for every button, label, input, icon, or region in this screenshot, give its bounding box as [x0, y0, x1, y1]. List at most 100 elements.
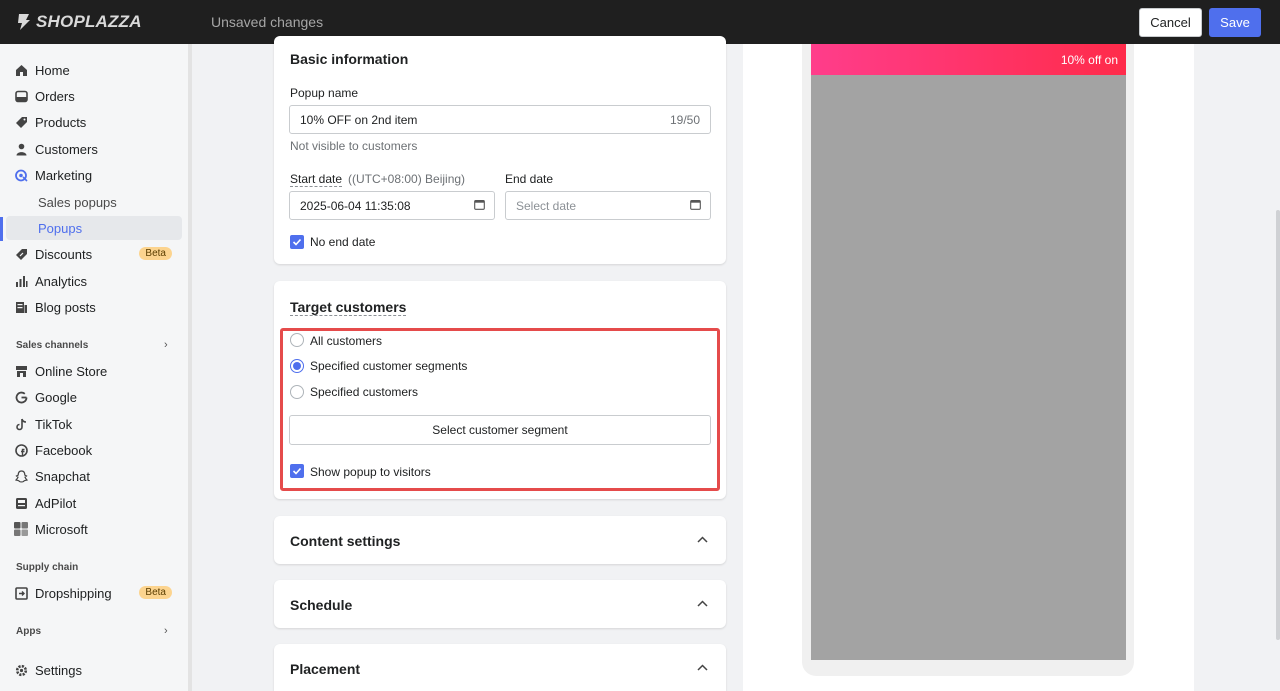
shoplazza-logo[interactable]: SHOPLAZZA — [15, 12, 142, 32]
adpilot-icon — [14, 496, 28, 510]
card-title: Basic information — [290, 51, 409, 67]
sidebar-item-settings[interactable]: Settings — [6, 658, 182, 682]
unsaved-status: Unsaved changes — [211, 14, 324, 30]
snapchat-icon — [14, 469, 28, 483]
sidebar-item-dropshipping[interactable]: Dropshipping Beta — [6, 581, 182, 605]
sidebar-item-label: Home — [35, 62, 70, 78]
placement-section[interactable]: Placement — [274, 644, 726, 691]
card-title: Target customers — [290, 299, 407, 316]
timezone-label: ((UTC+08:00) Beijing) — [348, 172, 466, 186]
no-end-date-label: No end date — [310, 235, 376, 249]
apps-label: Apps — [16, 626, 41, 637]
save-button[interactable]: Save — [1209, 8, 1261, 37]
sidebar-item-sales-popups[interactable]: Sales popups — [6, 190, 182, 214]
marketing-icon — [14, 168, 28, 182]
store-icon — [14, 364, 28, 378]
cancel-button[interactable]: Cancel — [1139, 8, 1202, 37]
sidebar-item-label: Facebook — [35, 442, 93, 458]
discount-icon — [14, 247, 28, 261]
sidebar-item-blog-posts[interactable]: Blog posts — [6, 295, 182, 319]
sidebar-item-customers[interactable]: Customers — [6, 137, 182, 161]
sidebar-item-discounts[interactable]: Discounts Beta — [6, 242, 182, 266]
chevron-up-icon[interactable] — [697, 596, 708, 610]
sidebar-item-label: Google — [35, 389, 77, 405]
start-date-input[interactable]: 2025-06-04 11:35:08 — [289, 191, 495, 220]
sidebar-divider — [188, 44, 192, 691]
logo-text: SHOPLAZZA — [36, 12, 142, 31]
sidebar-item-label: Customers — [35, 141, 98, 157]
person-icon — [14, 142, 28, 156]
sidebar-item-snapchat[interactable]: Snapchat — [6, 464, 182, 488]
phone-screen — [811, 75, 1126, 660]
sidebar-item-label: Snapchat — [35, 468, 90, 484]
content-settings-section[interactable]: Content settings — [274, 516, 726, 564]
sidebar-item-popups[interactable]: Popups — [6, 216, 182, 240]
section-title: Schedule — [290, 597, 353, 613]
sidebar-item-label: Discounts — [35, 246, 93, 262]
beta-badge: Beta — [139, 586, 172, 599]
chevron-right-icon[interactable]: › — [164, 625, 168, 637]
basic-information-card: Basic information Popup name 10% OFF on … — [274, 36, 726, 264]
sales-channels-label: Sales channels — [16, 340, 89, 351]
google-icon — [14, 390, 28, 404]
supply-chain-label: Supply chain — [16, 562, 79, 573]
beta-badge: Beta — [139, 247, 172, 260]
sidebar-item-label: Online Store — [35, 363, 108, 379]
popup-name-input[interactable]: 10% OFF on 2nd item 19/50 — [289, 105, 711, 134]
highlight-box — [280, 328, 720, 491]
start-date-value: 2025-06-04 11:35:08 — [300, 198, 411, 213]
chevron-up-icon[interactable] — [697, 660, 708, 674]
sidebar-item-label: TikTok — [35, 416, 73, 432]
end-date-placeholder: Select date — [516, 198, 577, 213]
chevron-up-icon[interactable] — [697, 532, 708, 546]
sidebar-item-adpilot[interactable]: AdPilot — [6, 491, 182, 515]
home-icon — [14, 63, 28, 77]
end-date-label: End date — [505, 172, 554, 186]
char-count: 19/50 — [669, 112, 700, 127]
sidebar-item-home[interactable]: Home — [6, 58, 182, 82]
start-date-label: Start date — [290, 172, 343, 187]
sidebar-item-facebook[interactable]: Facebook — [6, 438, 182, 462]
section-title: Placement — [290, 661, 361, 677]
sidebar-item-label: Orders — [35, 88, 75, 104]
sidebar-item-label: Dropshipping — [35, 585, 112, 601]
facebook-icon — [14, 443, 28, 457]
blog-icon — [14, 300, 28, 314]
popup-banner-preview: 10% off on — [811, 44, 1126, 75]
gear-icon — [14, 663, 28, 677]
scrollbar-thumb[interactable] — [1276, 210, 1280, 640]
sidebar-item-label: Popups — [38, 220, 83, 236]
sidebar-item-microsoft[interactable]: Microsoft — [6, 517, 182, 541]
popup-name-value: 10% OFF on 2nd item — [300, 112, 418, 127]
chevron-right-icon[interactable]: › — [164, 339, 168, 351]
checkmark-icon — [292, 238, 302, 246]
sidebar-item-google[interactable]: Google — [6, 385, 182, 409]
end-date-input[interactable]: Select date — [505, 191, 711, 220]
section-title: Content settings — [290, 533, 401, 549]
tiktok-icon — [14, 417, 28, 431]
sidebar-item-label: Blog posts — [35, 299, 96, 315]
popup-name-hint: Not visible to customers — [290, 139, 418, 153]
sidebar-item-products[interactable]: Products — [6, 110, 182, 134]
sidebar-item-marketing[interactable]: Marketing — [6, 163, 182, 187]
sidebar-item-label: AdPilot — [35, 495, 77, 511]
sidebar-item-tiktok[interactable]: TikTok — [6, 412, 182, 436]
tag-icon — [14, 115, 28, 129]
sidebar-item-label: Sales popups — [38, 194, 117, 210]
sidebar-item-online-store[interactable]: Online Store — [6, 359, 182, 383]
calendar-icon[interactable] — [690, 199, 701, 213]
orders-icon — [14, 89, 28, 103]
dropshipping-icon — [14, 586, 28, 600]
sidebar-item-analytics[interactable]: Analytics — [6, 269, 182, 293]
banner-text: 10% off on — [1060, 52, 1118, 67]
schedule-section[interactable]: Schedule — [274, 580, 726, 628]
sidebar-item-label: Settings — [35, 662, 82, 678]
calendar-icon[interactable] — [474, 199, 485, 213]
sidebar-item-label: Marketing — [35, 167, 93, 183]
sidebar-item-orders[interactable]: Orders — [6, 84, 182, 108]
popup-name-label: Popup name — [290, 86, 359, 100]
sidebar-item-label: Microsoft — [35, 521, 88, 537]
no-end-date-checkbox[interactable] — [290, 235, 304, 249]
bar-chart-icon — [14, 274, 28, 288]
sidebar-item-label: Analytics — [35, 273, 88, 289]
